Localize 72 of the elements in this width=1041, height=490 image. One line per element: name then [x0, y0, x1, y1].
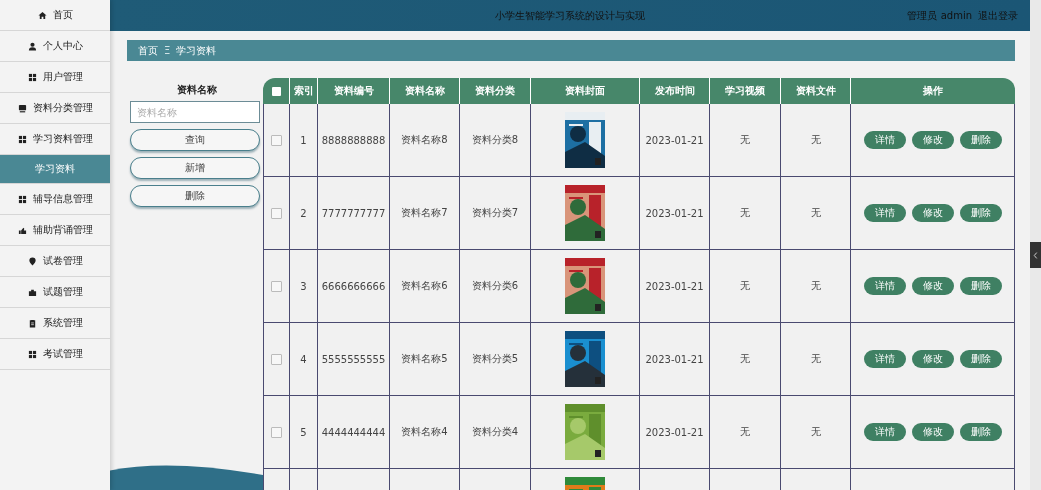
- table-cell: 2023-01-21: [645, 426, 704, 438]
- action-button[interactable]: 新增: [130, 157, 260, 179]
- logout-link[interactable]: 退出登录: [978, 8, 1018, 23]
- breadcrumb-link[interactable]: 首页: [138, 43, 158, 58]
- row-action-button[interactable]: 删除: [959, 277, 1002, 295]
- row-action-button[interactable]: 修改: [911, 277, 954, 295]
- table-cell: 2023-01-21: [645, 280, 704, 292]
- menu-item[interactable]: 辅助背诵管理: [0, 215, 110, 246]
- table-cell: 1: [300, 134, 307, 146]
- table-cell: 4: [300, 353, 307, 365]
- table-cell: 7777777777: [321, 207, 386, 219]
- row-action-button[interactable]: 修改: [911, 131, 954, 149]
- table-cell: 无: [740, 425, 750, 439]
- menu-item[interactable]: 试卷管理: [0, 246, 110, 277]
- menu-item[interactable]: 考试管理: [0, 339, 110, 370]
- table-cell: 资料名称8: [401, 133, 448, 147]
- table-cell: 3: [300, 280, 307, 292]
- menu-item[interactable]: 个人中心: [0, 31, 110, 62]
- table-cell: 资料分类4: [471, 425, 519, 439]
- row-action-button[interactable]: 详情: [863, 131, 906, 149]
- table-cell: 资料分类5: [471, 352, 519, 366]
- table-cell: 无: [740, 279, 750, 293]
- action-button[interactable]: 查询: [130, 129, 260, 151]
- table-cell: 资料分类6: [471, 279, 519, 293]
- app-title: 小学生智能学习系统的设计与实现: [495, 8, 645, 23]
- row-action-button[interactable]: 详情: [863, 423, 906, 441]
- row-action-button[interactable]: 修改: [911, 423, 954, 441]
- table-cell: 无: [740, 206, 750, 220]
- menu-item[interactable]: 资料分类管理: [0, 93, 110, 124]
- menu-item[interactable]: 试题管理: [0, 277, 110, 308]
- table-cell: 5: [300, 426, 307, 438]
- row-action-button[interactable]: 修改: [911, 204, 954, 222]
- breadcrumb-separator: Ξ: [164, 45, 171, 56]
- table-cell: 无: [740, 352, 750, 366]
- table-cell: 无: [810, 206, 821, 220]
- table-cell: 无: [810, 279, 821, 293]
- row-action-button[interactable]: 详情: [863, 204, 906, 222]
- table-cell: 资料名称6: [401, 279, 448, 293]
- menu-item[interactable]: 用户管理: [0, 62, 110, 93]
- table-cell: 5555555555: [321, 353, 386, 365]
- table-cell: 无: [740, 133, 750, 147]
- user-label: 管理员 admin: [907, 8, 972, 23]
- table-cell: 2023-01-21: [645, 134, 704, 146]
- submenu-item[interactable]: 学习资料: [0, 155, 110, 184]
- column-header: 操作: [922, 84, 944, 98]
- table-cell: 无: [810, 425, 821, 439]
- table-cell: 6666666666: [321, 280, 386, 292]
- table-cell: 2: [300, 207, 307, 219]
- breadcrumb-current: 学习资料: [176, 43, 217, 58]
- field-label: 资料名称: [175, 83, 218, 97]
- table-cell: 资料分类7: [471, 206, 519, 220]
- table-cell: 无: [810, 352, 821, 366]
- menu-item[interactable]: 辅导信息管理: [0, 184, 110, 215]
- table-cell: 资料名称4: [401, 425, 448, 439]
- row-action-button[interactable]: 详情: [863, 350, 906, 368]
- table-cell: 资料名称5: [401, 352, 448, 366]
- search-field[interactable]: 资料名称: [130, 101, 260, 123]
- row-action-button[interactable]: 删除: [959, 423, 1002, 441]
- row-action-button[interactable]: 详情: [863, 277, 906, 295]
- table-cell: 资料名称7: [401, 206, 448, 220]
- table-cell: 无: [810, 133, 821, 147]
- action-button[interactable]: 删除: [130, 185, 260, 207]
- row-action-button[interactable]: 删除: [959, 350, 1002, 368]
- table-cell: 资料分类8: [471, 133, 519, 147]
- row-action-button[interactable]: 修改: [911, 350, 954, 368]
- table-cell: 8888888888: [321, 134, 386, 146]
- table-cell: 2023-01-21: [645, 207, 704, 219]
- table-cell: 2023-01-21: [645, 353, 704, 365]
- menu-item[interactable]: 系统管理: [0, 308, 110, 339]
- table-cell: 4444444444: [321, 426, 386, 438]
- row-action-button[interactable]: 删除: [959, 131, 1002, 149]
- row-action-button[interactable]: 删除: [959, 204, 1002, 222]
